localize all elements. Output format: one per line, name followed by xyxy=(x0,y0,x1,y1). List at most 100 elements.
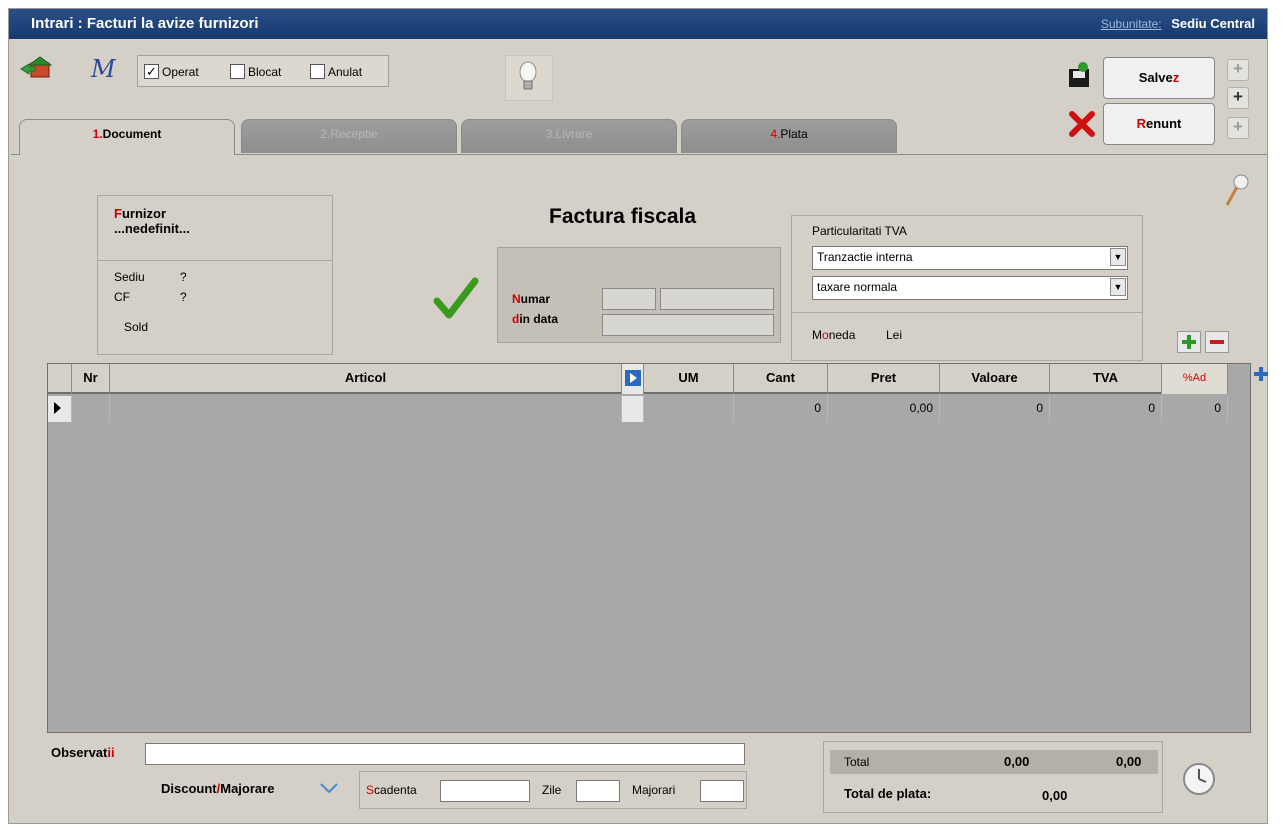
col-articol-picker[interactable] xyxy=(622,364,644,394)
export-icon[interactable] xyxy=(19,55,53,83)
remove-icon[interactable] xyxy=(1205,331,1229,353)
cell-nr[interactable] xyxy=(72,396,110,422)
sold-label: Sold xyxy=(124,320,149,334)
col-ad[interactable]: %Ad xyxy=(1162,364,1228,394)
table-row[interactable]: 0 0,00 0 0 0 xyxy=(48,396,1228,422)
cell-articol-picker[interactable] xyxy=(622,396,644,422)
document-heading: Factura fiscala xyxy=(549,205,697,228)
checkbox-anulat[interactable]: Anulat xyxy=(310,64,362,79)
pin-icon[interactable] xyxy=(1223,173,1251,209)
vat-label: Particularitati TVA xyxy=(812,224,907,238)
items-grid[interactable]: Nr Articol UM Cant Pret Valoare TVA %Ad … xyxy=(47,363,1251,733)
checkbox-operat[interactable]: ✓ Operat xyxy=(144,64,199,79)
col-cant[interactable]: Cant xyxy=(734,364,828,394)
total-plata-label: Total de plata: xyxy=(844,786,932,801)
col-tva[interactable]: TVA xyxy=(1050,364,1162,394)
cell-valoare[interactable]: 0 xyxy=(940,396,1050,422)
document-number-box: Numar din data xyxy=(497,247,781,343)
col-articol[interactable]: Articol xyxy=(110,364,622,394)
add-column-icon[interactable] xyxy=(1253,365,1269,383)
numar-label: Numar xyxy=(512,292,551,306)
vat-transaction-select[interactable]: Tranzactie interna ▼ xyxy=(812,246,1128,270)
majorari-input[interactable] xyxy=(700,780,744,802)
col-um[interactable]: UM xyxy=(644,364,734,394)
tab-receptie[interactable]: 2.Receptie xyxy=(241,119,457,153)
tab-document[interactable]: 1.Document xyxy=(19,119,235,155)
supplier-title[interactable]: Furnizor ...nedefinit... xyxy=(114,206,190,236)
subunit-label[interactable]: Subunitate: xyxy=(1101,17,1162,31)
col-nr[interactable]: Nr xyxy=(72,364,110,394)
document-date-input[interactable] xyxy=(602,314,774,336)
data-label: din data xyxy=(512,312,559,326)
subunit-info: Subunitate: Sediu Central xyxy=(1101,16,1255,31)
currency-label: Moneda xyxy=(812,328,856,342)
sediu-label: Sediu xyxy=(114,270,145,284)
cell-articol[interactable] xyxy=(110,396,622,422)
vat-panel: Particularitati TVA Tranzactie interna ▼… xyxy=(791,215,1143,361)
svg-text:M: M xyxy=(90,55,117,83)
subunit-value: Sediu Central xyxy=(1171,16,1255,31)
grid-header-indicator xyxy=(48,364,72,394)
document-series-input[interactable] xyxy=(602,288,656,310)
discount-majorare-label[interactable]: Discount/Majorare xyxy=(161,781,274,796)
dropdown-arrow-icon[interactable]: ▼ xyxy=(1110,278,1126,296)
cell-cant[interactable]: 0 xyxy=(734,396,828,422)
dropdown-arrow-icon[interactable]: ▼ xyxy=(1110,248,1126,266)
row-pointer-icon[interactable] xyxy=(48,396,72,422)
scadenta-input[interactable] xyxy=(440,780,530,802)
macro-icon[interactable]: M xyxy=(89,55,123,83)
title-bar: Intrari : Facturi la avize furnizori Sub… xyxy=(9,9,1267,39)
clock-icon[interactable] xyxy=(1181,761,1217,797)
supplier-panel: Furnizor ...nedefinit... Sediu ? CF ? So… xyxy=(97,195,333,355)
cancel-button[interactable]: Renunt xyxy=(1103,103,1215,145)
scadenta-label: Scadenta xyxy=(366,783,417,797)
total-label: Total xyxy=(844,755,870,769)
observatii-label: Observatii xyxy=(51,745,115,760)
total-value-1: 0,00 xyxy=(1004,754,1030,769)
vat-taxation-select[interactable]: taxare normala ▼ xyxy=(812,276,1128,300)
cell-pret[interactable]: 0,00 xyxy=(828,396,940,422)
supplier-value: ...nedefinit... xyxy=(114,221,190,236)
tab-livrare[interactable]: 3.Livrare xyxy=(461,119,677,153)
grid-header: Nr Articol UM Cant Pret Valoare TVA %Ad xyxy=(48,364,1228,394)
checkbox-box[interactable] xyxy=(310,64,325,79)
zile-label: Zile xyxy=(542,783,562,797)
observatii-input[interactable] xyxy=(145,743,745,765)
totals-panel: Total 0,00 0,00 Total de plata: 0,00 xyxy=(823,741,1163,813)
add-icon[interactable] xyxy=(1177,331,1201,353)
cf-value: ? xyxy=(180,290,187,304)
save-button[interactable]: Salvez xyxy=(1103,57,1215,99)
total-value-2: 0,00 xyxy=(1116,754,1142,769)
chevron-down-icon[interactable] xyxy=(319,781,339,795)
vat-divider xyxy=(792,312,1142,313)
checkmark-icon xyxy=(433,277,479,321)
totals-bar xyxy=(830,750,1158,774)
status-checkbox-group: ✓ Operat Blocat Anulat xyxy=(137,55,389,87)
due-panel: Scadenta Zile Majorari xyxy=(359,771,747,809)
col-valoare[interactable]: Valoare xyxy=(940,364,1050,394)
main-window: Intrari : Facturi la avize furnizori Sub… xyxy=(8,8,1268,824)
zile-input[interactable] xyxy=(576,780,620,802)
add-disabled-button-2[interactable]: + xyxy=(1227,117,1249,139)
cancel-x-icon xyxy=(1067,109,1097,139)
majorari-label: Majorari xyxy=(632,783,676,797)
window-title: Intrari : Facturi la avize furnizori xyxy=(31,15,259,32)
save-disk-icon xyxy=(1065,61,1095,91)
tab-plata[interactable]: 4.Plata xyxy=(681,119,897,153)
total-plata-value: 0,00 xyxy=(1042,788,1068,803)
cell-ad[interactable]: 0 xyxy=(1162,396,1228,422)
currency-value[interactable]: Lei xyxy=(886,328,902,342)
checkbox-box[interactable]: ✓ xyxy=(144,64,159,79)
supplier-divider xyxy=(98,260,332,261)
cf-label: CF xyxy=(114,290,130,304)
cell-um[interactable] xyxy=(644,396,734,422)
cell-tva[interactable]: 0 xyxy=(1050,396,1162,422)
add-button[interactable]: + xyxy=(1227,87,1249,109)
checkbox-box[interactable] xyxy=(230,64,245,79)
document-number-input[interactable] xyxy=(660,288,774,310)
col-pret[interactable]: Pret xyxy=(828,364,940,394)
add-disabled-button[interactable]: + xyxy=(1227,59,1249,81)
bulb-icon[interactable] xyxy=(505,55,553,101)
sediu-value: ? xyxy=(180,270,187,284)
checkbox-blocat[interactable]: Blocat xyxy=(230,64,281,79)
